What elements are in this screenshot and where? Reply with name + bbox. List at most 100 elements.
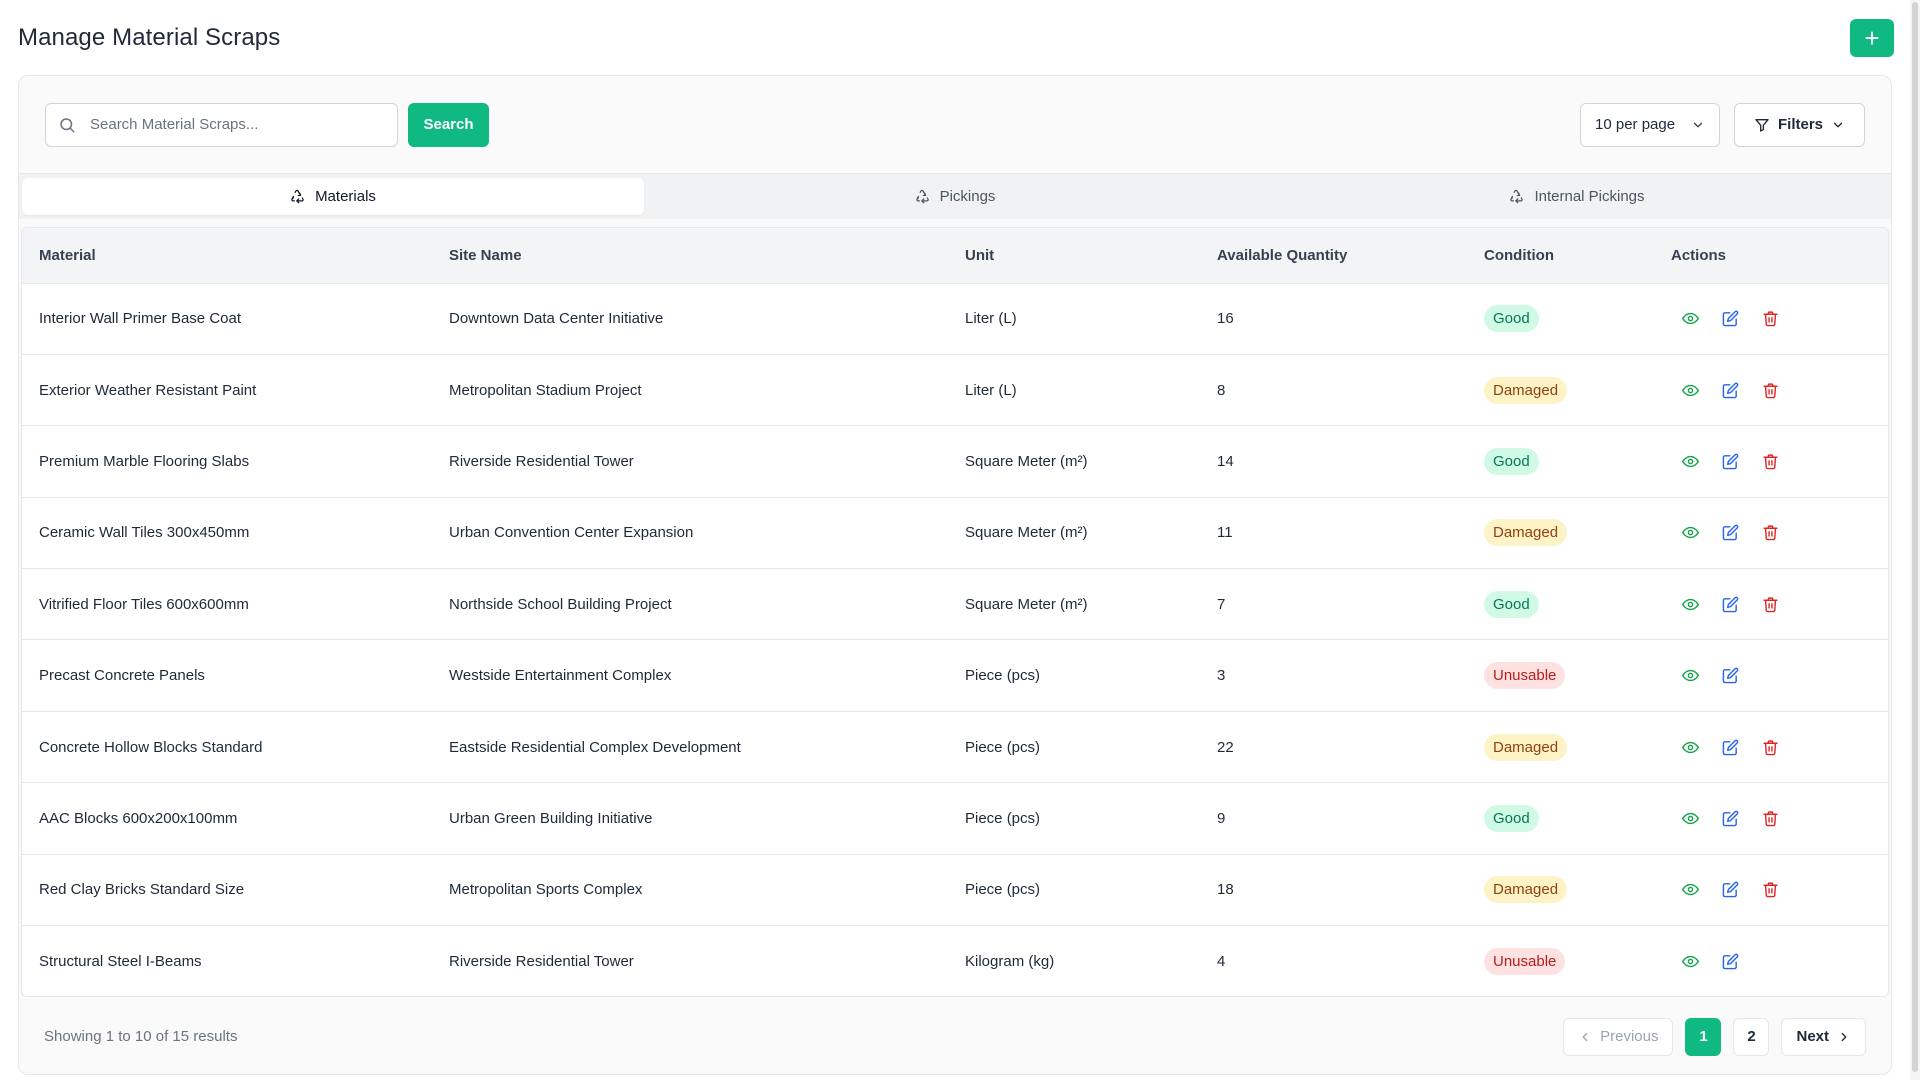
actions-cell <box>1654 783 1888 854</box>
actions-cell <box>1654 497 1888 568</box>
column-header-unit[interactable]: Unit <box>948 228 1200 284</box>
edit-button edit-icon[interactable] <box>1719 379 1741 401</box>
delete-button trash-icon[interactable] <box>1759 807 1781 829</box>
search-button[interactable]: Search <box>408 102 489 147</box>
add-material-scrap-button[interactable]: + <box>1850 19 1894 57</box>
filters-button[interactable]: Filters <box>1734 102 1865 147</box>
column-header-available-quantity[interactable]: Available Quantity <box>1200 228 1467 284</box>
condition-cell: Good <box>1467 569 1654 640</box>
tab-label: Internal Pickings <box>1534 188 1645 205</box>
table-row: Vitrified Floor Tiles 600x600mm Northside… <box>22 569 1888 640</box>
condition-cell: Unusable <box>1467 640 1654 711</box>
next-page-button[interactable]: Next <box>1781 1017 1866 1056</box>
edit-button edit-icon[interactable] <box>1719 308 1741 330</box>
table-row: Ceramic Wall Tiles 300x450mm Urban Conven… <box>22 497 1888 569</box>
pagination-footer: Showing 1 to 10 of 15 results Previous 1… <box>19 997 1891 1074</box>
filter-icon <box>1755 118 1769 132</box>
edit-button edit-icon[interactable] <box>1719 950 1741 972</box>
tab-label: Pickings <box>939 188 996 205</box>
actions-cell <box>1654 354 1888 425</box>
previous-page-button[interactable]: Previous <box>1563 1017 1674 1056</box>
delete-button trash-icon[interactable] <box>1759 879 1781 901</box>
view-button eye-icon[interactable] <box>1679 379 1701 401</box>
per-page-select[interactable]: 10 per page <box>1580 102 1720 147</box>
delete-button trash-icon[interactable] <box>1759 522 1781 544</box>
scrollbar-thumb[interactable] <box>1912 2 1918 1072</box>
actions-cell <box>1654 569 1888 640</box>
material-cell: Premium Marble Flooring Slabs <box>39 452 250 470</box>
edit-button edit-icon[interactable] <box>1719 522 1741 544</box>
delete-button trash-icon[interactable] <box>1759 450 1781 472</box>
available-quantity-cell: 9 <box>1217 809 1226 827</box>
recycle-icon <box>290 189 305 204</box>
filters-label: Filters <box>1777 116 1823 133</box>
available-quantity-cell: 22 <box>1217 738 1234 756</box>
view-button eye-icon[interactable] <box>1679 665 1701 687</box>
condition-badge: Damaged <box>1484 733 1568 761</box>
view-button eye-icon[interactable] <box>1679 522 1701 544</box>
edit-button edit-icon[interactable] <box>1719 736 1741 758</box>
material-cell: Interior Wall Primer Base Coat <box>39 310 242 328</box>
material-scraps-card: Search 10 per page Filters Materials Pick… <box>18 75 1892 1075</box>
available-quantity-cell: 3 <box>1217 667 1226 685</box>
edit-button edit-icon[interactable] <box>1719 879 1741 901</box>
tab-internal-pickings[interactable]: Internal Pickings <box>1266 178 1888 215</box>
view-button eye-icon[interactable] <box>1679 950 1701 972</box>
condition-badge: Good <box>1484 305 1539 333</box>
edit-button edit-icon[interactable] <box>1719 665 1741 687</box>
view-button eye-icon[interactable] <box>1679 879 1701 901</box>
edit-button edit-icon[interactable] <box>1719 807 1741 829</box>
chevron-down-icon <box>1693 122 1703 127</box>
condition-badge: Damaged <box>1484 876 1568 904</box>
column-header-material[interactable]: Material <box>22 228 432 284</box>
view-button eye-icon[interactable] <box>1679 593 1701 615</box>
next-label: Next <box>1796 1028 1829 1045</box>
page-button-1[interactable]: 1 <box>1685 1017 1722 1056</box>
tab-label: Materials <box>315 188 376 205</box>
material-cell: Exterior Weather Resistant Paint <box>39 381 257 399</box>
page-button-2[interactable]: 2 <box>1733 1017 1770 1056</box>
per-page-value: 10 per page <box>1595 116 1676 133</box>
tab-pickings[interactable]: Pickings <box>644 178 1266 215</box>
material-cell: Concrete Hollow Blocks Standard <box>39 738 263 756</box>
tab-materials[interactable]: Materials <box>22 178 644 215</box>
material-cell: Precast Concrete Panels <box>39 667 205 685</box>
site-name-cell: Riverside Residential Tower <box>449 452 634 470</box>
search-icon <box>60 117 75 132</box>
page-scrollbar[interactable] <box>1910 0 1920 1080</box>
search-input[interactable] <box>90 116 370 133</box>
delete-button trash-icon[interactable] <box>1759 379 1781 401</box>
search-box[interactable] <box>45 102 398 147</box>
delete-button trash-icon[interactable] <box>1759 593 1781 615</box>
table-body: Interior Wall Primer Base Coat Downtown D… <box>22 283 1888 996</box>
unit-cell: Liter (L) <box>965 310 1017 328</box>
actions-cell <box>1654 854 1888 925</box>
chevron-down-icon <box>1833 122 1843 127</box>
table-row: Premium Marble Flooring Slabs Riverside R… <box>22 426 1888 498</box>
condition-badge: Unusable <box>1484 662 1566 690</box>
delete-button trash-icon[interactable] <box>1759 308 1781 330</box>
condition-cell: Good <box>1467 783 1654 854</box>
site-name-cell: Riverside Residential Tower <box>449 952 634 970</box>
view-button eye-icon[interactable] <box>1679 450 1701 472</box>
available-quantity-cell: 8 <box>1217 381 1226 399</box>
condition-badge: Damaged <box>1484 376 1568 404</box>
delete-button trash-icon[interactable] <box>1759 736 1781 758</box>
edit-button edit-icon[interactable] <box>1719 593 1741 615</box>
view-button eye-icon[interactable] <box>1679 807 1701 829</box>
edit-button edit-icon[interactable] <box>1719 450 1741 472</box>
unit-cell: Square Meter (m²) <box>965 524 1088 542</box>
available-quantity-cell: 7 <box>1217 595 1226 613</box>
view-button eye-icon[interactable] <box>1679 736 1701 758</box>
page-header: Manage Material Scraps + <box>18 18 1894 58</box>
column-header-condition[interactable]: Condition <box>1467 228 1654 284</box>
table-row: Red Clay Bricks Standard Size Metropolita… <box>22 854 1888 926</box>
table-header-row: Material Site Name Unit Available Quanti… <box>22 228 1888 284</box>
material-cell: Vitrified Floor Tiles 600x600mm <box>39 595 249 613</box>
column-header-site-name[interactable]: Site Name <box>432 228 948 284</box>
site-name-cell: Urban Green Building Initiative <box>449 809 653 827</box>
condition-badge: Damaged <box>1484 519 1568 547</box>
view-button eye-icon[interactable] <box>1679 308 1701 330</box>
condition-badge: Unusable <box>1484 947 1566 975</box>
site-name-cell: Eastside Residential Complex Development <box>449 738 741 756</box>
